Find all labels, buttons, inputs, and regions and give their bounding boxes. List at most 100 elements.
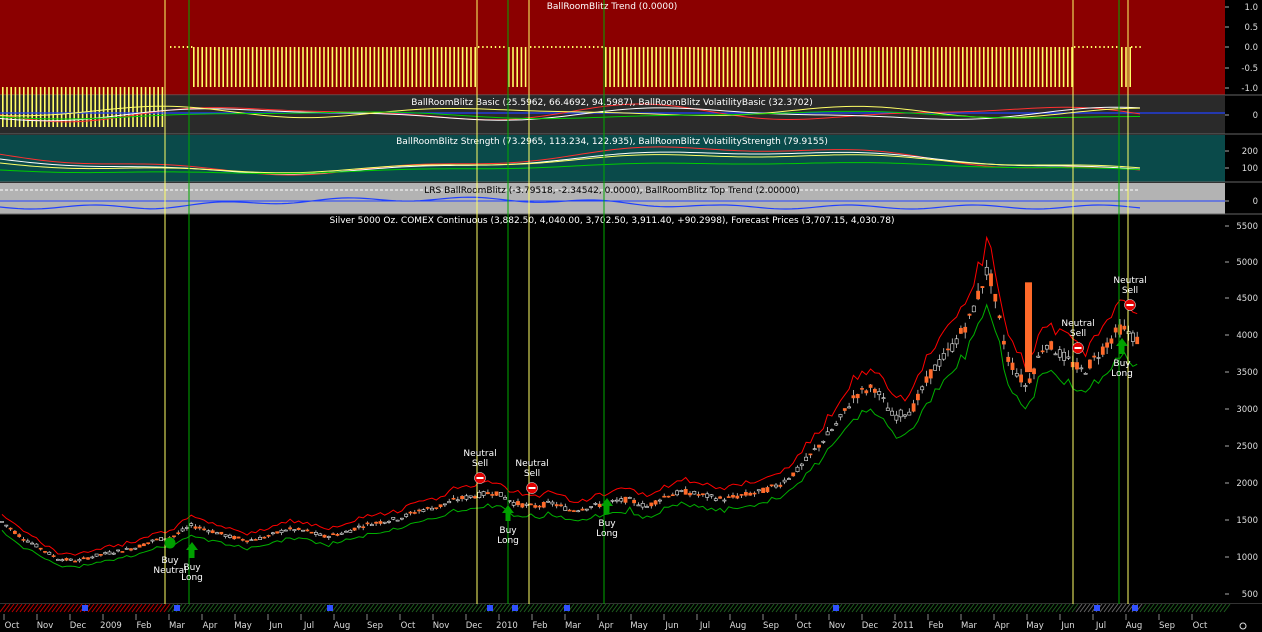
trend-bar	[915, 47, 918, 87]
trend-bar	[768, 47, 771, 87]
candle	[963, 326, 968, 333]
trend-bar	[1067, 47, 1069, 87]
candle	[619, 498, 624, 502]
trend-bar	[226, 47, 229, 87]
trend-bar	[676, 47, 678, 87]
candle	[344, 530, 348, 533]
candle	[872, 388, 877, 393]
candle	[958, 327, 963, 334]
candle	[64, 558, 69, 561]
trend-bar	[478, 46, 480, 48]
y-tick-label: -1.0	[1241, 84, 1258, 94]
candle	[1006, 356, 1011, 362]
candle	[713, 498, 718, 501]
band-marker	[82, 605, 88, 611]
trend-bar	[559, 46, 561, 48]
candle	[911, 403, 916, 412]
trend-bar	[486, 46, 488, 48]
candle	[937, 359, 942, 367]
y-tick-label: 1500	[1236, 516, 1258, 526]
x-axis-label: Dec	[466, 621, 483, 631]
signal-label-line1: Buy	[499, 526, 517, 536]
candle	[696, 494, 701, 496]
trend-bar	[243, 47, 245, 87]
candle	[976, 290, 981, 300]
candle	[933, 364, 938, 371]
candle	[228, 534, 232, 538]
trend-bar	[743, 47, 746, 87]
trend-bar	[256, 47, 258, 87]
candle	[855, 394, 860, 399]
trend-bar	[398, 47, 401, 87]
trend-bar	[348, 47, 350, 87]
trend-bar	[247, 47, 250, 87]
candle	[825, 431, 830, 436]
trend-bar	[251, 47, 254, 87]
candle	[817, 444, 821, 448]
trend-bar	[773, 47, 775, 87]
candle	[692, 491, 697, 495]
trend-bar	[882, 47, 884, 87]
trend-bar	[836, 47, 838, 87]
candle	[915, 393, 920, 401]
x-axis-label: Jun	[1060, 621, 1074, 631]
trend-bar	[957, 47, 960, 87]
trend-bar	[705, 47, 708, 87]
candle	[288, 527, 293, 530]
trend-bar	[680, 47, 683, 87]
trend-bar	[436, 47, 439, 87]
candle	[185, 527, 189, 529]
candle	[718, 496, 723, 499]
candle	[159, 537, 164, 541]
candle	[761, 487, 766, 493]
trend-bar	[1050, 47, 1052, 87]
candle	[90, 556, 95, 559]
candle	[111, 552, 116, 555]
candle	[0, 521, 4, 523]
trend-bar	[815, 47, 817, 87]
trend-bar	[365, 47, 367, 87]
x-axis-label: Sep	[1159, 621, 1175, 631]
trend-bar	[107, 87, 109, 127]
candle	[331, 533, 336, 536]
band-marker	[1094, 605, 1100, 611]
candle	[782, 479, 787, 483]
trend-bar	[27, 87, 29, 127]
candle	[1075, 362, 1079, 370]
trend-bar	[182, 46, 184, 48]
candle	[640, 503, 645, 508]
trend-bar	[289, 47, 292, 87]
sell-marker-icon	[476, 477, 484, 479]
trend-bar	[323, 47, 325, 87]
candle	[546, 500, 551, 503]
signal-label-line1: Buy	[183, 563, 201, 573]
trend-bar	[415, 47, 418, 87]
candle	[322, 534, 327, 538]
trend-bar	[966, 47, 968, 87]
trend-bar	[170, 46, 172, 48]
x-axis-label: Apr	[599, 621, 614, 631]
x-axis-label: 2009	[100, 621, 122, 631]
chart-canvas[interactable]: BallRoomBlitz Trend (0.0000) BallRoomBlit…	[0, 0, 1262, 632]
band-marker	[833, 605, 839, 611]
y-tick-label: 0.5	[1244, 23, 1258, 33]
candle	[851, 395, 856, 399]
candle	[490, 494, 495, 496]
x-axis-label: Oct	[797, 621, 812, 631]
trend-bar	[949, 47, 951, 87]
candle	[1109, 338, 1114, 344]
candle	[1032, 368, 1036, 375]
x-axis-label: Oct	[401, 621, 416, 631]
candle	[25, 540, 30, 543]
y-tick-label: 2500	[1236, 442, 1258, 452]
trend-bar	[546, 46, 549, 48]
trend-bar	[572, 46, 574, 48]
trend-bar	[390, 47, 392, 87]
candle	[623, 496, 628, 503]
candle	[485, 492, 490, 495]
trend-bar	[659, 47, 662, 87]
candle	[86, 557, 90, 560]
trend-bar	[1125, 47, 1127, 87]
trend-bar	[268, 47, 271, 87]
trend-bar	[161, 87, 164, 127]
